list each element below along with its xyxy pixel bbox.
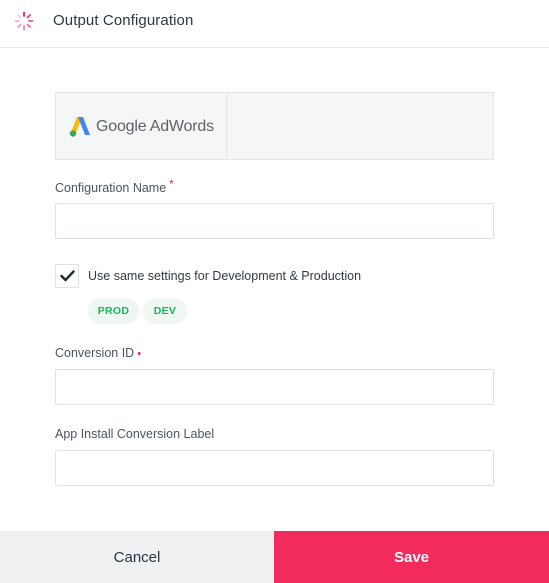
- integration-logo-text: Google AdWords: [96, 118, 214, 135]
- configuration-name-label-text: Configuration Name: [55, 181, 167, 195]
- required-marker: •: [137, 348, 142, 360]
- conversion-id-label: Conversion ID •: [55, 346, 141, 360]
- same-settings-checkbox[interactable]: [55, 264, 79, 288]
- google-adwords-logo-icon: [69, 117, 90, 137]
- app-install-conversion-label-label: App Install Conversion Label: [55, 427, 215, 441]
- same-settings-label: Use same settings for Development & Prod…: [88, 269, 362, 283]
- checkmark-icon: [60, 270, 75, 282]
- page-title: Output Configuration: [53, 12, 194, 29]
- logo-panel-divider: [226, 92, 227, 160]
- conversion-id-label-text: Conversion ID: [55, 346, 135, 360]
- save-button[interactable]: Save: [274, 531, 549, 583]
- app-install-conversion-label-input[interactable]: [55, 450, 494, 486]
- configuration-name-label: Configuration Name *: [55, 177, 174, 195]
- configuration-name-input[interactable]: [55, 203, 494, 239]
- env-badge-dev: DEV: [143, 298, 187, 324]
- modal-header: Output Configuration: [0, 0, 549, 48]
- env-badge-prod: PROD: [88, 298, 139, 324]
- conversion-id-input[interactable]: [55, 369, 494, 405]
- cancel-button[interactable]: Cancel: [0, 531, 274, 583]
- required-marker: *: [169, 177, 174, 191]
- loading-spinner-icon: [14, 11, 34, 31]
